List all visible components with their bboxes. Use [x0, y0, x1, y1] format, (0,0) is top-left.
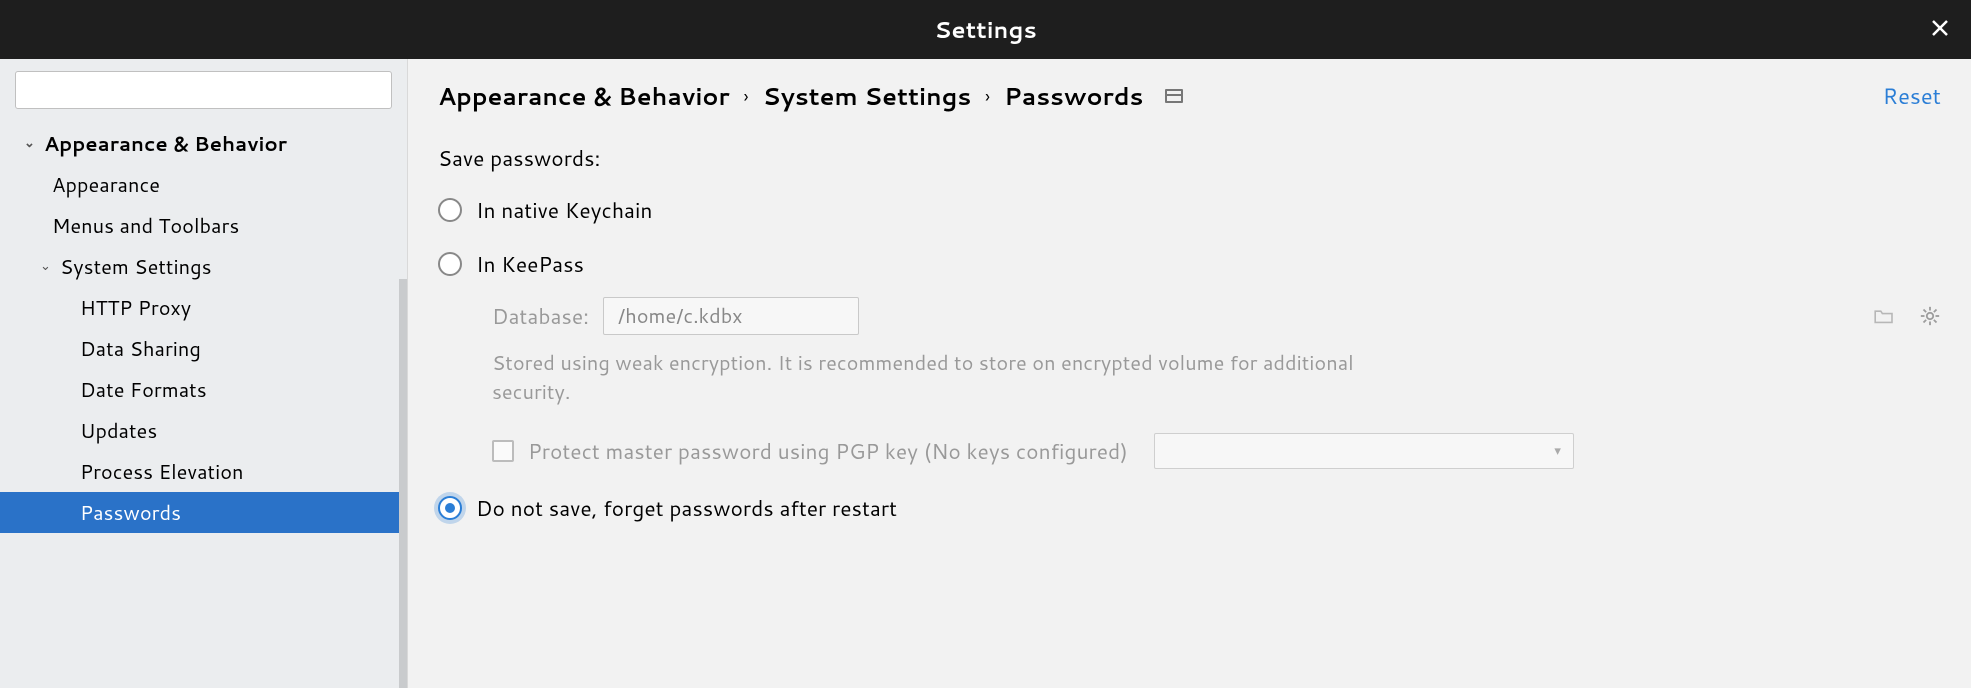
window-title: Settings [934, 14, 1036, 46]
database-hint: Stored using weak encryption. It is reco… [492, 349, 1412, 407]
breadcrumb-row: Appearance & Behavior › System Settings … [408, 59, 1971, 125]
radio-button[interactable] [438, 496, 462, 520]
tree-item-label: Date Formats [80, 376, 207, 404]
search-input[interactable] [15, 71, 392, 109]
breadcrumb-part[interactable]: Appearance & Behavior [438, 79, 730, 113]
tree-item-label: Menus and Toolbars [52, 212, 239, 240]
radio-button[interactable] [438, 252, 462, 276]
chevron-down-icon[interactable]: ⌄ [40, 257, 56, 275]
chevron-right-icon: › [744, 83, 749, 109]
pgp-label: Protect master password using PGP key (N… [528, 436, 1128, 466]
gear-icon[interactable] [1919, 305, 1941, 327]
radio-native-keychain[interactable]: In native Keychain [438, 195, 1941, 225]
main-area: ▾ ⌄Appearance & BehaviorAppearanceMenus … [0, 59, 1971, 688]
tree-item-updates[interactable]: Updates [0, 410, 407, 451]
show-in-window-icon[interactable] [1165, 89, 1183, 103]
database-input-wrap [603, 297, 1905, 335]
chevron-right-icon: › [985, 83, 990, 109]
settings-body: Save passwords: In native Keychain In Ke… [408, 125, 1971, 547]
search-wrap: ▾ [0, 59, 407, 119]
radio-keepass[interactable]: In KeePass [438, 249, 1941, 279]
tree-item-system-settings[interactable]: ⌄System Settings [0, 246, 407, 287]
radio-button[interactable] [438, 198, 462, 222]
tree-item-http-proxy[interactable]: HTTP Proxy [0, 287, 407, 328]
keepass-subsection: Database: [492, 297, 1941, 469]
tree-item-data-sharing[interactable]: Data Sharing [0, 328, 407, 369]
tree-item-process-elevation[interactable]: Process Elevation [0, 451, 407, 492]
tree-item-menus-and-toolbars[interactable]: Menus and Toolbars [0, 205, 407, 246]
pgp-checkbox[interactable] [492, 440, 514, 462]
tree-item-label: HTTP Proxy [80, 294, 191, 322]
tree-item-label: Appearance [52, 171, 160, 199]
database-label: Database: [492, 301, 589, 331]
tree-item-label: Process Elevation [80, 458, 244, 486]
tree-item-label: Appearance & Behavior [44, 130, 287, 158]
settings-tree: ⌄Appearance & BehaviorAppearanceMenus an… [0, 119, 407, 688]
tree-item-label: Updates [80, 417, 157, 445]
tree-item-appearance[interactable]: Appearance [0, 164, 407, 205]
tree-item-label: System Settings [60, 253, 212, 281]
breadcrumb-part: Passwords [1004, 79, 1143, 113]
tree-item-passwords[interactable]: Passwords [0, 492, 407, 533]
search-container: ▾ [15, 71, 392, 109]
save-passwords-label: Save passwords: [438, 143, 1941, 173]
content-panel: Appearance & Behavior › System Settings … [408, 59, 1971, 688]
tree-item-label: Data Sharing [80, 335, 201, 363]
reset-link[interactable]: Reset [1883, 81, 1941, 112]
radio-label: In KeePass [476, 249, 584, 279]
sidebar: ▾ ⌄Appearance & BehaviorAppearanceMenus … [0, 59, 408, 688]
chevron-down-icon[interactable]: ⌄ [24, 134, 40, 152]
breadcrumb: Appearance & Behavior › System Settings … [438, 79, 1183, 113]
tree-item-label: Passwords [80, 499, 181, 527]
radio-label: In native Keychain [476, 195, 652, 225]
radio-do-not-save[interactable]: Do not save, forget passwords after rest… [438, 493, 1941, 523]
tree-item-appearance-behavior[interactable]: ⌄Appearance & Behavior [0, 123, 407, 164]
folder-open-icon[interactable] [1873, 308, 1895, 324]
pgp-row: Protect master password using PGP key (N… [492, 433, 1941, 469]
database-row: Database: [492, 297, 1941, 335]
radio-label: Do not save, forget passwords after rest… [476, 493, 897, 523]
breadcrumb-part[interactable]: System Settings [763, 79, 972, 113]
scrollbar[interactable] [399, 279, 407, 688]
pgp-key-dropdown[interactable] [1154, 433, 1574, 469]
close-icon[interactable] [1927, 12, 1953, 48]
title-bar: Settings [0, 0, 1971, 59]
database-input [603, 297, 859, 335]
tree-item-date-formats[interactable]: Date Formats [0, 369, 407, 410]
